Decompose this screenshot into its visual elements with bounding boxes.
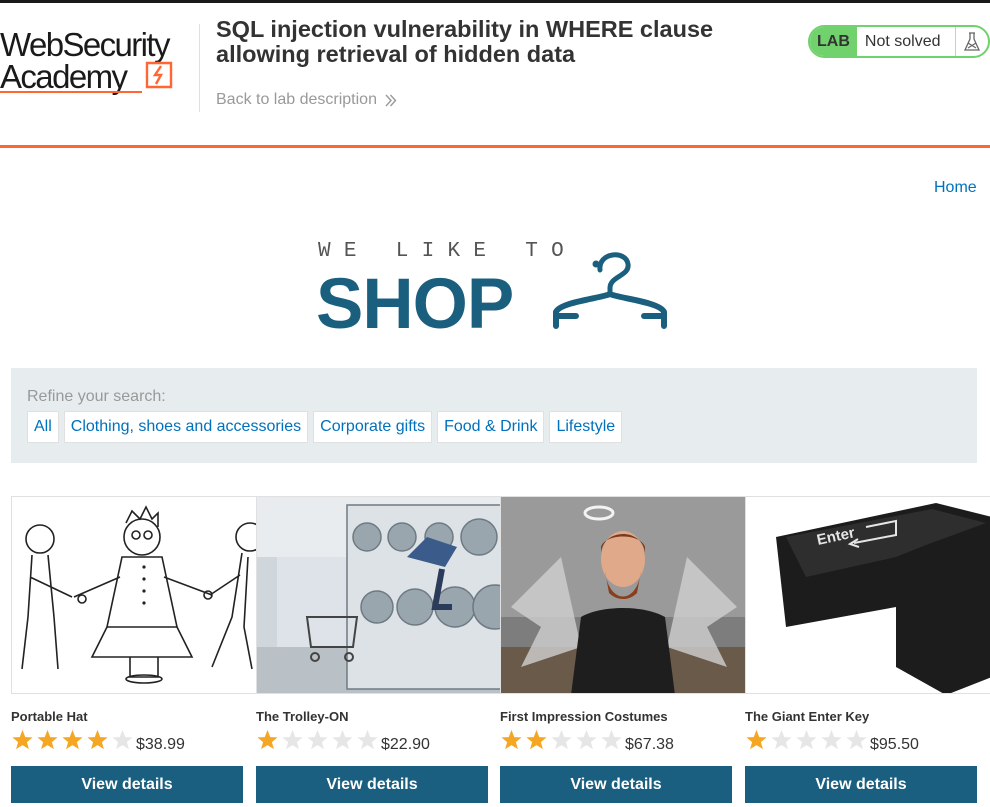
star-empty-icon: [332, 729, 353, 750]
product-card: Enter The Giant Enter Key $95.50 View de…: [745, 496, 990, 807]
shop-tagline: WE LIKE TO: [318, 240, 578, 263]
star-rating: [500, 729, 625, 751]
product-price: $38.99: [136, 736, 185, 753]
lab-status-text: Not solved: [864, 32, 941, 50]
product-price: $95.50: [870, 736, 919, 753]
product-image-trolley-on: [256, 496, 502, 694]
filter-lifestyle[interactable]: Lifestyle: [549, 411, 623, 443]
view-details-button[interactable]: View details: [256, 766, 488, 803]
category-filter-list: All Clothing, shoes and accessories Corp…: [27, 411, 627, 443]
filter-food-drink[interactable]: Food & Drink: [437, 411, 545, 443]
star-empty-icon: [821, 729, 842, 750]
product-name: Portable Hat: [11, 709, 88, 724]
star-empty-icon: [576, 729, 597, 750]
filter-all[interactable]: All: [27, 411, 59, 443]
star-filled-icon: [526, 729, 547, 750]
product-name: The Trolley-ON: [256, 709, 349, 724]
product-card: Portable Hat $38.99 View details: [11, 496, 257, 807]
header-divider: [199, 24, 200, 112]
logo-underline: [0, 91, 142, 93]
product-price: $67.38: [625, 736, 674, 753]
hanger-icon: [553, 252, 667, 329]
home-link[interactable]: Home: [934, 179, 977, 197]
back-to-lab-description-link[interactable]: Back to lab description: [216, 91, 397, 109]
filter-corporate-gifts[interactable]: Corporate gifts: [313, 411, 433, 443]
star-filled-icon: [12, 729, 33, 750]
double-chevron-right-icon: [385, 94, 397, 106]
lab-badge: LAB: [810, 27, 857, 56]
flask-icon: [954, 27, 988, 56]
star-empty-icon: [796, 729, 817, 750]
lab-title: SQL injection vulnerability in WHERE cla…: [216, 16, 714, 67]
star-filled-icon: [62, 729, 83, 750]
star-filled-icon: [257, 729, 278, 750]
academy-header: WebSecurity Academy SQL injection vulner…: [0, 0, 990, 148]
view-details-button[interactable]: View details: [11, 766, 243, 803]
star-filled-icon: [87, 729, 108, 750]
product-card: First Impression Costumes $67.38 View de…: [500, 496, 746, 807]
logo-flag-icon: [145, 61, 173, 89]
star-filled-icon: [746, 729, 767, 750]
star-empty-icon: [771, 729, 792, 750]
star-filled-icon: [501, 729, 522, 750]
product-name: First Impression Costumes: [500, 709, 668, 724]
star-rating: [745, 729, 870, 751]
shop-wordmark: SHOP: [316, 265, 514, 344]
header-orange-rule: [0, 145, 990, 148]
product-card: The Trolley-ON $22.90 View details: [256, 496, 502, 807]
star-empty-icon: [307, 729, 328, 750]
filter-clothing-shoes-accessories[interactable]: Clothing, shoes and accessories: [63, 411, 309, 443]
star-empty-icon: [357, 729, 378, 750]
product-name: The Giant Enter Key: [745, 709, 870, 724]
web-security-academy-logo[interactable]: WebSecurity Academy: [0, 26, 200, 98]
star-rating: [11, 729, 136, 751]
lab-status-widget: LAB Not solved: [808, 25, 990, 58]
product-image-giant-enter-key: Enter: [745, 496, 990, 694]
product-image-portable-hat: [11, 496, 257, 694]
star-empty-icon: [282, 729, 303, 750]
shop-banner: WE LIKE TO SHOP: [316, 236, 674, 344]
filter-label: Refine your search:: [27, 388, 166, 405]
top-border: [0, 0, 990, 3]
star-empty-icon: [551, 729, 572, 750]
product-image-first-impression-costumes: [500, 496, 746, 694]
view-details-button[interactable]: View details: [745, 766, 977, 803]
star-empty-icon: [601, 729, 622, 750]
back-link-label: Back to lab description: [216, 91, 377, 108]
product-price: $22.90: [381, 736, 430, 753]
star-empty-icon: [846, 729, 867, 750]
star-filled-icon: [37, 729, 58, 750]
search-filter-panel: Refine your search: All Clothing, shoes …: [11, 368, 977, 463]
view-details-button[interactable]: View details: [500, 766, 732, 803]
star-rating: [256, 729, 381, 751]
star-empty-icon: [112, 729, 133, 750]
